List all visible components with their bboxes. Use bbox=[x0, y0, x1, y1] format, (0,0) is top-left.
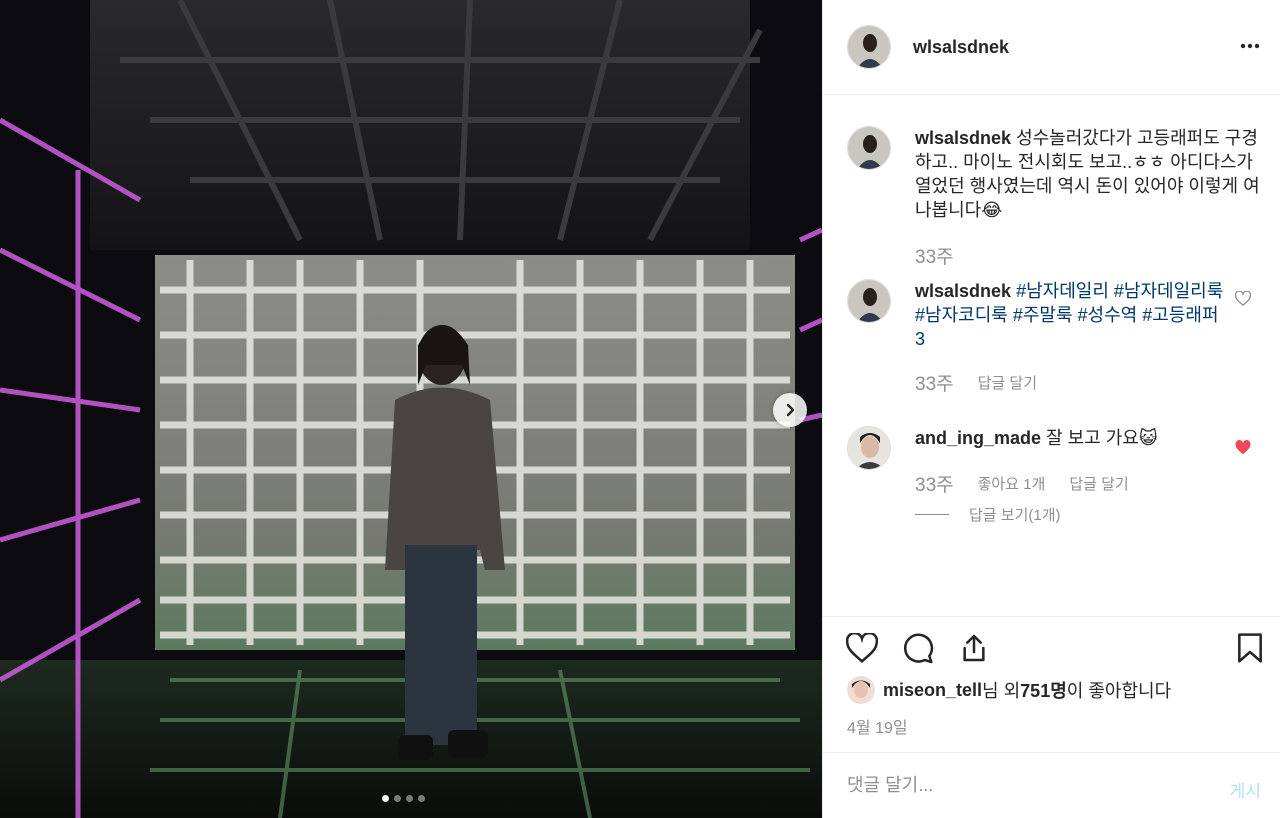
liker-avatar[interactable] bbox=[847, 676, 875, 704]
laughing-emoji: 😂 bbox=[981, 200, 1003, 220]
author-username[interactable]: wlsalsdnek bbox=[913, 37, 1009, 58]
likes-summary: miseon_tell 님 외 751명 이 좋아합니다 bbox=[847, 676, 1171, 704]
carousel-dot bbox=[406, 795, 413, 802]
chevron-right-icon bbox=[786, 403, 795, 417]
unlike-comment-button[interactable] bbox=[1235, 440, 1251, 460]
comment-item: wlsalsdnek #남자데일리 #남자데일리룩 #남자코디룩 #주말룩 #성… bbox=[847, 279, 1257, 395]
liker-username[interactable]: miseon_tell bbox=[883, 680, 982, 701]
comment-username[interactable]: and_ing_made bbox=[915, 428, 1041, 448]
post-photo[interactable] bbox=[0, 0, 822, 818]
avatar-image bbox=[848, 427, 890, 469]
hashtag-link[interactable]: #남자코디룩 bbox=[915, 305, 1008, 325]
more-options-button[interactable] bbox=[1238, 34, 1262, 58]
hashtag-link[interactable]: #남자데일리룩 bbox=[1114, 281, 1223, 301]
comment-item: and_ing_made 잘 보고 가요😺 33주 좋아요 1개 답글 달기 답… bbox=[847, 426, 1257, 526]
comments-list: wlsalsdnek 성수놀러갔다가 고등래퍼도 구경하고.. 마이노 전시회도… bbox=[823, 96, 1280, 616]
avatar-image bbox=[848, 127, 890, 169]
comment-time[interactable]: 33주 bbox=[915, 470, 954, 497]
caption-item: wlsalsdnek 성수놀러갔다가 고등래퍼도 구경하고.. 마이노 전시회도… bbox=[847, 126, 1260, 269]
post-side-panel: wlsalsdnek wlsalsdnek 성수놀러갔다가 고등래퍼도 구경하고… bbox=[822, 0, 1280, 818]
share-button[interactable] bbox=[957, 631, 991, 665]
bookmark-icon bbox=[1238, 633, 1262, 663]
carousel-dot bbox=[382, 795, 389, 802]
like-comment-button[interactable] bbox=[1234, 290, 1252, 311]
carousel-indicator bbox=[382, 795, 425, 802]
likes-middle-text: 님 외 bbox=[982, 681, 1021, 701]
comment-likes-button[interactable]: 좋아요 1개 bbox=[978, 473, 1046, 494]
comment-username[interactable]: wlsalsdnek bbox=[915, 281, 1011, 301]
hashtag-link[interactable]: #주말룩 bbox=[1013, 305, 1073, 325]
reply-button[interactable]: 답글 달기 bbox=[1069, 473, 1128, 494]
author-avatar[interactable] bbox=[847, 25, 891, 69]
comment-content: 잘 보고 가요 bbox=[1046, 428, 1139, 448]
carousel-dot bbox=[394, 795, 401, 802]
add-comment-section: 게시 bbox=[823, 752, 1280, 818]
comment-meta: 33주 좋아요 1개 답글 달기 bbox=[915, 470, 1129, 497]
comment-time[interactable]: 33주 bbox=[915, 369, 954, 396]
hashtag-link[interactable]: #남자데일리 bbox=[1016, 281, 1109, 301]
comment-icon bbox=[903, 633, 934, 664]
caption-time[interactable]: 33주 bbox=[915, 242, 954, 269]
reply-button[interactable]: 답글 달기 bbox=[978, 372, 1037, 393]
photo-scene bbox=[0, 0, 822, 818]
view-replies-label: 답글 보기(1개) bbox=[969, 507, 1061, 524]
share-icon bbox=[963, 634, 985, 662]
instagram-post: wlsalsdnek wlsalsdnek 성수놀러갔다가 고등래퍼도 구경하고… bbox=[0, 0, 1280, 818]
post-comment-button[interactable]: 게시 bbox=[1230, 777, 1261, 802]
like-button[interactable] bbox=[845, 631, 879, 665]
comment-meta: 33주 답글 달기 bbox=[915, 369, 1037, 396]
comment-avatar[interactable] bbox=[847, 279, 891, 323]
likes-suffix-text: 이 좋아합니다 bbox=[1066, 681, 1172, 701]
carousel-dot bbox=[418, 795, 425, 802]
action-bar bbox=[823, 616, 1280, 676]
caption-avatar[interactable] bbox=[847, 126, 891, 170]
post-date[interactable]: 4월 19일 bbox=[847, 714, 908, 738]
caption-meta: 33주 bbox=[915, 242, 954, 269]
comment-avatar[interactable] bbox=[847, 426, 891, 470]
comment-input[interactable] bbox=[847, 775, 1207, 796]
post-header: wlsalsdnek bbox=[823, 0, 1280, 95]
avatar-image bbox=[848, 26, 890, 68]
likes-count[interactable]: 751명 bbox=[1020, 677, 1067, 703]
hashtag-link[interactable]: #성수역 bbox=[1078, 305, 1138, 325]
comment-text: wlsalsdnek #남자데일리 #남자데일리룩 #남자코디룩 #주말룩 #성… bbox=[915, 279, 1225, 351]
comment-button[interactable] bbox=[901, 631, 935, 665]
heart-outline-icon bbox=[1234, 290, 1252, 307]
avatar-image bbox=[848, 280, 890, 322]
comment-text: and_ing_made 잘 보고 가요😺 bbox=[915, 426, 1265, 450]
more-options-icon bbox=[1240, 43, 1260, 49]
save-button[interactable] bbox=[1233, 631, 1267, 665]
avatar-image bbox=[847, 676, 875, 704]
caption-text: wlsalsdnek 성수놀러갔다가 고등래퍼도 구경하고.. 마이노 전시회도… bbox=[915, 126, 1265, 222]
caption-username[interactable]: wlsalsdnek bbox=[915, 128, 1011, 148]
replies-divider bbox=[915, 514, 949, 515]
heart-icon bbox=[846, 633, 878, 663]
heart-filled-icon bbox=[1235, 440, 1251, 455]
view-replies-button[interactable]: 답글 보기(1개) bbox=[915, 504, 1061, 525]
cat-emoji: 😺 bbox=[1138, 428, 1158, 448]
next-photo-button[interactable] bbox=[773, 393, 807, 427]
